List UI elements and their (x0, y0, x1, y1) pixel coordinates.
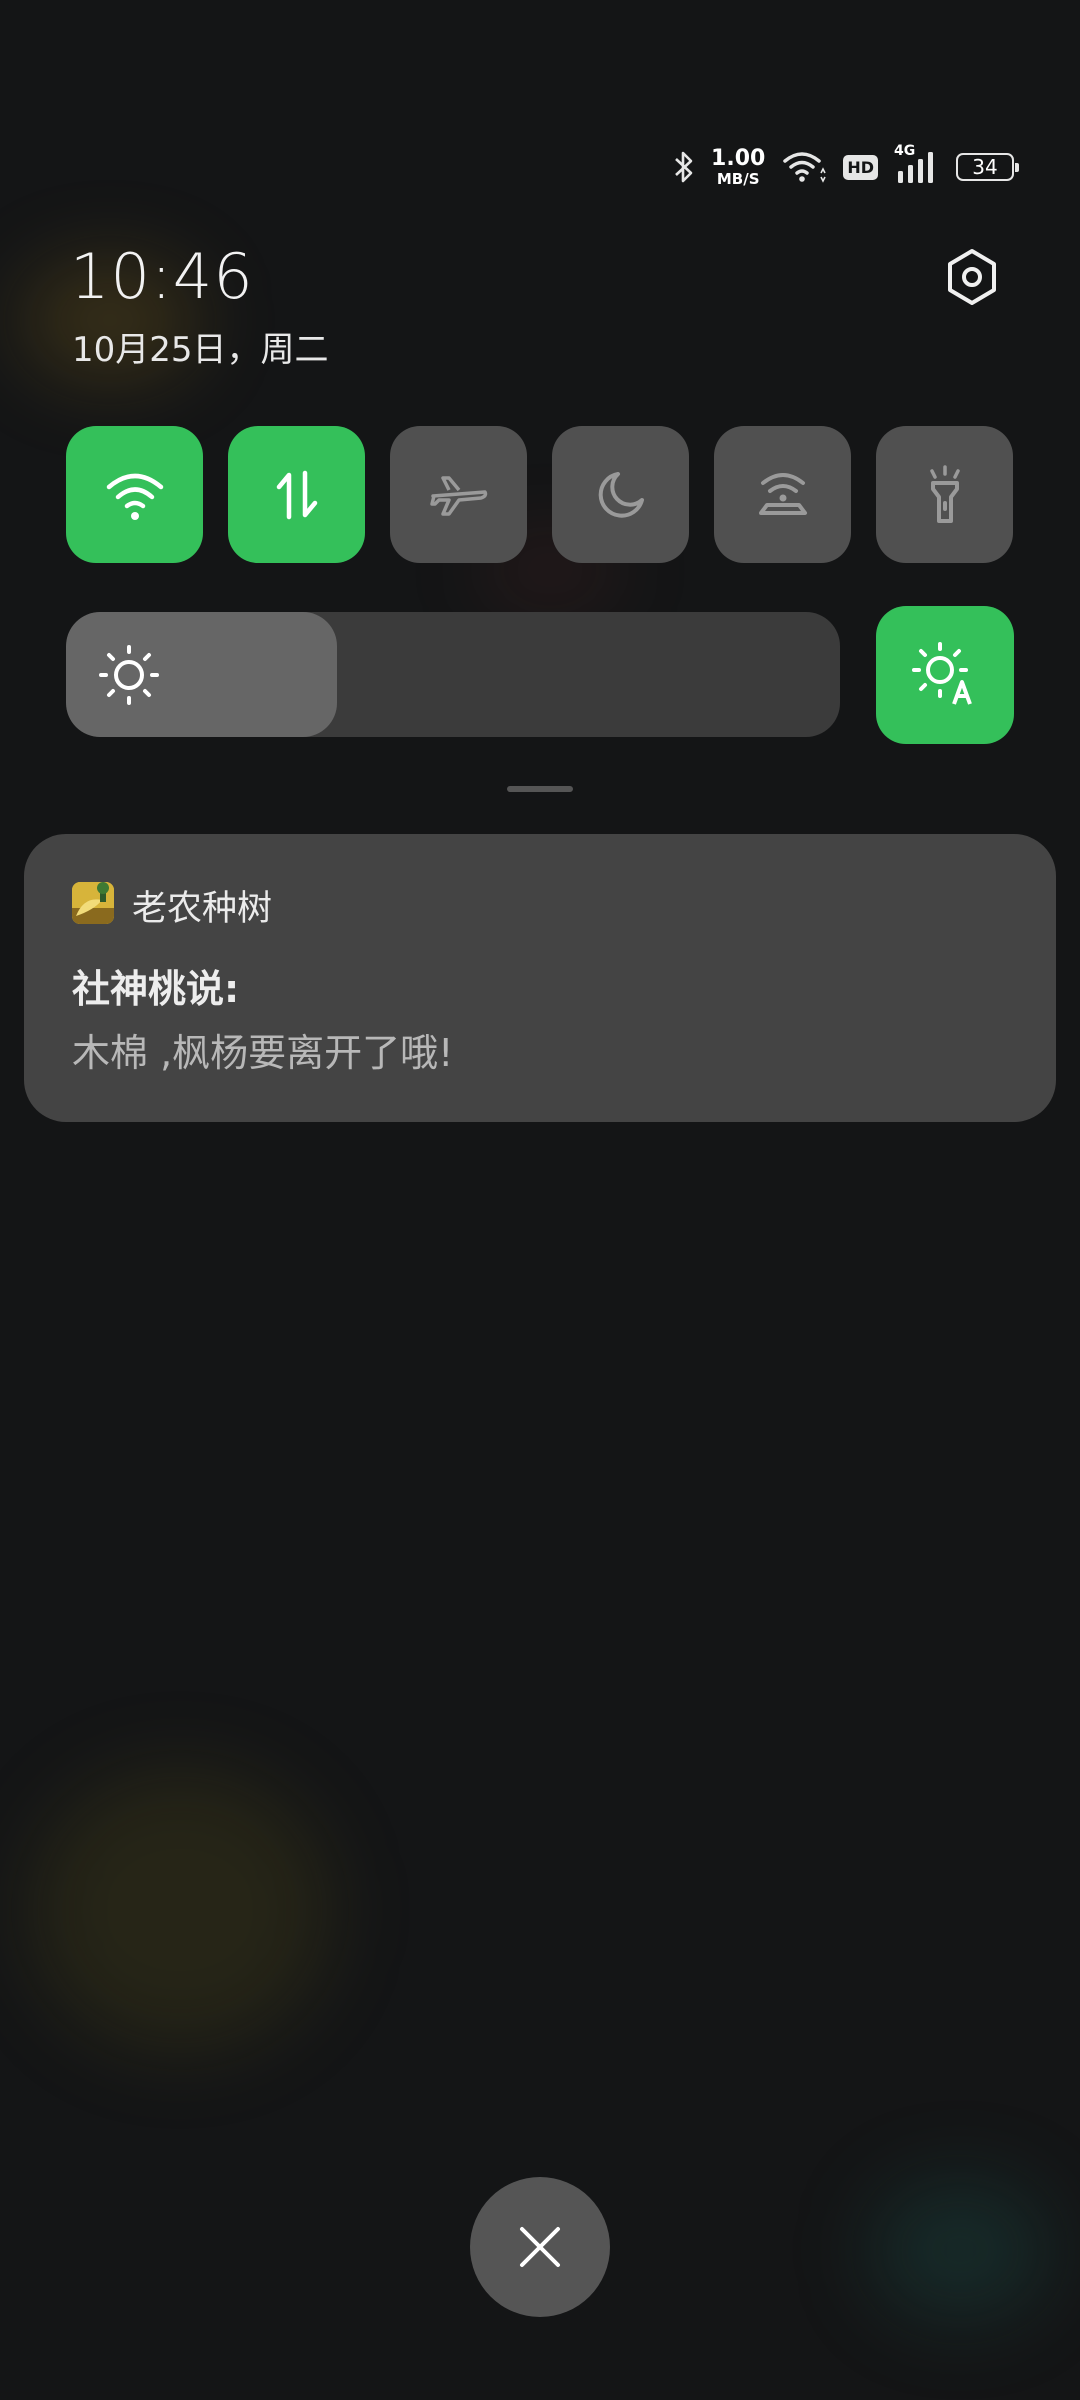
wifi-icon (781, 149, 827, 185)
app-icon (72, 882, 114, 924)
notification-card[interactable]: 老农种树 社神桃说: 木棉 ,枫杨要离开了哦! (24, 834, 1056, 1122)
airplane-icon (429, 475, 487, 516)
hotspot-icon (758, 472, 807, 515)
airplane-mode-toggle[interactable] (390, 426, 527, 563)
notification-app-name: 老农种树 (132, 889, 273, 929)
brightness-slider[interactable] (66, 612, 840, 737)
flashlight-toggle[interactable] (876, 426, 1013, 563)
quick-settings-tiles (66, 426, 1013, 563)
settings-icon (948, 249, 996, 305)
close-icon (520, 2227, 560, 2267)
brightness-icon (98, 644, 160, 710)
background-blur (30, 1770, 330, 2050)
signal-icon: 4G (894, 143, 940, 185)
notification-title: 社神桃说: (72, 967, 240, 1011)
wifi-toggle[interactable] (66, 426, 203, 563)
settings-button[interactable] (940, 245, 1004, 309)
clock: 10:46 (70, 240, 254, 313)
battery-icon: 34 (956, 153, 1019, 181)
moon-icon (598, 471, 644, 518)
network-type: 4G (894, 143, 916, 159)
wifi-icon (106, 473, 163, 520)
status-bar: 1.00 MB/S HD 4G 34 (673, 142, 1019, 192)
bluetooth-icon (673, 149, 695, 185)
auto-brightness-icon (912, 642, 972, 705)
hotspot-toggle[interactable] (714, 426, 851, 563)
battery-level: 34 (972, 155, 998, 179)
flashlight-icon (929, 464, 960, 523)
clear-all-button[interactable] (470, 2177, 610, 2317)
background-blur (870, 2180, 1050, 2320)
auto-brightness-button[interactable] (876, 606, 1014, 744)
mobile-data-toggle[interactable] (228, 426, 365, 563)
date: 10月25日，周二 (72, 330, 329, 370)
network-speed-value: 1.00 (711, 145, 766, 171)
do-not-disturb-toggle[interactable] (552, 426, 689, 563)
network-speed-unit: MB/S (716, 169, 760, 188)
network-speed: 1.00 MB/S (711, 145, 766, 188)
notification-body: 木棉 ,枫杨要离开了哦! (72, 1031, 454, 1075)
mobile-data-icon (276, 470, 317, 519)
drag-handle[interactable] (507, 786, 573, 792)
hd-icon: HD (843, 154, 878, 180)
